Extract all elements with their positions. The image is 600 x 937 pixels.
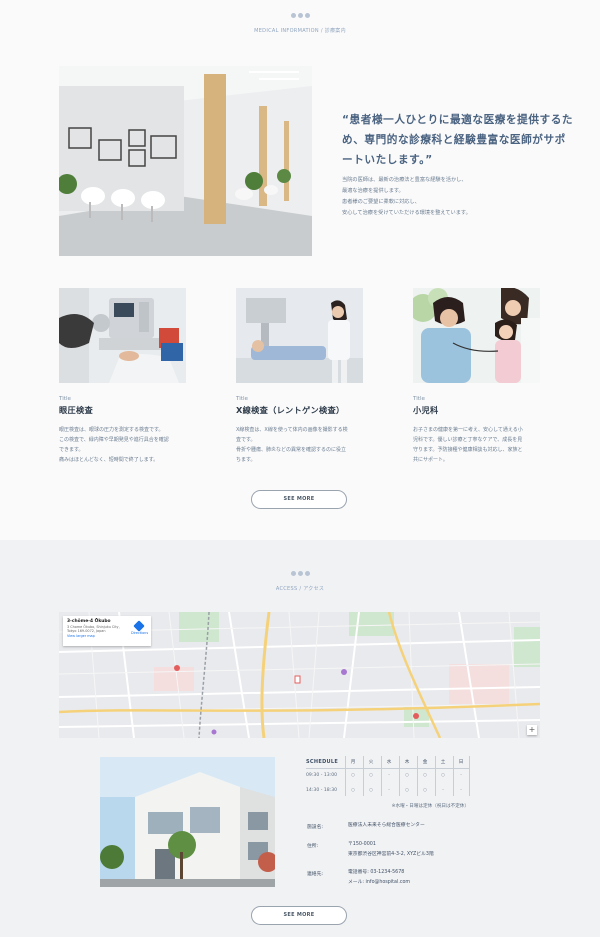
schedule-time: 14:30 - 18:30 (306, 788, 338, 793)
decorative-dots (0, 571, 600, 577)
schedule-day: 水 (386, 760, 392, 765)
medical-information-section: MEDICAL INFORMATION / 診療案内 “患者様一人ひとりに最適な… (0, 0, 600, 540)
schedule-divider (381, 756, 382, 796)
schedule-heading: SCHEDULE (306, 759, 339, 765)
schedule-divider (345, 756, 346, 796)
clinic-building-photo (100, 757, 275, 887)
access-section: ACCESS / アクセス (0, 540, 600, 937)
schedule-cell: ○ (369, 773, 373, 778)
schedule-cell: ○ (351, 788, 355, 793)
section-eyebrow: MEDICAL INFORMATION / 診療案内 (254, 28, 346, 34)
card-subtitle: Title (236, 396, 248, 402)
xray-photo (236, 288, 363, 383)
card-title: X線検査（レントゲン検査） (236, 405, 345, 415)
see-more-button[interactable]: SEE MORE (251, 906, 347, 925)
schedule-cell: - (460, 788, 462, 793)
card-text: お子さまの健康を第一に考え、安心して通える小 児科です。優しい診療と丁寧なケアで… (413, 427, 523, 463)
card-title: 小児科 (413, 405, 439, 415)
schedule-cell: ○ (351, 773, 355, 778)
google-map[interactable]: 3-chōme-4 Ōkubo 3 Chome Ōkubo, Shinjuku … (59, 612, 540, 738)
schedule-divider (469, 756, 470, 796)
map-place-address: 3 Chome Ōkubo, Shinjuku City, Tokyo 169-… (67, 625, 120, 633)
service-card-tonometry[interactable]: Title 眼圧検査 眼圧検査は、眼球の圧力を測定する検査です。 この検査で、緑… (59, 288, 187, 465)
service-card-xray[interactable]: Title X線検査（レントゲン検査） X線検査は、X線を使って体内の画像を撮影… (236, 288, 364, 465)
schedule-cell: ○ (423, 788, 427, 793)
schedule-cell: ○ (423, 773, 427, 778)
schedule-day: 日 (458, 760, 464, 765)
schedule-cell: ○ (405, 773, 409, 778)
schedule-cell: ○ (441, 773, 445, 778)
service-card-pediatrics[interactable]: Title 小児科 お子さまの健康を第一に考え、安心して通える小 児科です。優し… (413, 288, 541, 465)
decorative-dots (0, 13, 600, 19)
address-value: 〒150-0001 東京都渋谷区神宮前4-3-2, XYZビル3階 (348, 842, 434, 857)
schedule-divider (453, 756, 454, 796)
directions-button[interactable]: Directions (131, 620, 149, 635)
card-text: X線検査は、X線を使って体内の画像を撮影する検 査です。 骨折や腫瘍、肺炎などの… (236, 427, 348, 463)
card-title: 眼圧検査 (59, 405, 93, 415)
schedule-time: 09:30 - 13:00 (306, 773, 338, 778)
address-label: 住所: (307, 844, 319, 849)
facility-name-label: 施設名: (307, 825, 324, 830)
contact-value: 電話番号: 03-1234-5678 メール: info@hospital.co… (348, 870, 411, 885)
schedule-cell: - (460, 773, 462, 778)
schedule-day: 月 (350, 760, 356, 765)
schedule-table: SCHEDULE 月 火 水 木 金 土 日 09:30 - 13:00 ○ ○… (306, 756, 470, 796)
hero-quote: “患者様一人ひとりに最適な医療を提供するため、専門的な診療科と経験豊富な医師がサ… (342, 114, 574, 166)
card-subtitle: Title (413, 396, 425, 402)
directions-icon (133, 620, 145, 632)
clinic-hallway-photo (59, 66, 312, 256)
schedule-cell: ○ (369, 788, 373, 793)
schedule-cell: - (442, 788, 444, 793)
schedule-cell: ○ (405, 788, 409, 793)
schedule-divider (399, 756, 400, 796)
hero-body-text: 当院の医師は、最新の治療法と豊富な経験を活かし、 最適な治療を提供します。 患者… (342, 177, 471, 216)
schedule-divider (306, 768, 469, 769)
tonometry-photo (59, 288, 186, 383)
pediatrics-photo (413, 288, 540, 383)
schedule-divider (417, 756, 418, 796)
section-eyebrow: ACCESS / アクセス (275, 586, 325, 592)
directions-label: Directions (131, 631, 149, 635)
card-subtitle: Title (59, 396, 71, 402)
schedule-day: 金 (422, 760, 428, 765)
facility-name-value: 医療法人未来そら総合医療センター (348, 823, 425, 828)
schedule-divider (435, 756, 436, 796)
schedule-divider (363, 756, 364, 796)
contact-label: 連絡先: (307, 872, 324, 877)
map-zoom-in-button[interactable]: + (527, 725, 537, 735)
card-text: 眼圧検査は、眼球の圧力を測定する検査です。 この検査で、緑内障や早期発見や進行具… (59, 427, 169, 463)
see-more-button[interactable]: SEE MORE (251, 490, 347, 509)
schedule-day: 土 (440, 760, 446, 765)
schedule-note: ※水曜・日曜は定休（祝日は不定休） (391, 804, 469, 809)
schedule-day: 火 (368, 760, 374, 765)
schedule-cell: - (388, 788, 390, 793)
schedule-day: 木 (404, 760, 410, 765)
schedule-cell: - (388, 773, 390, 778)
map-place-card: 3-chōme-4 Ōkubo 3 Chome Ōkubo, Shinjuku … (63, 616, 151, 646)
